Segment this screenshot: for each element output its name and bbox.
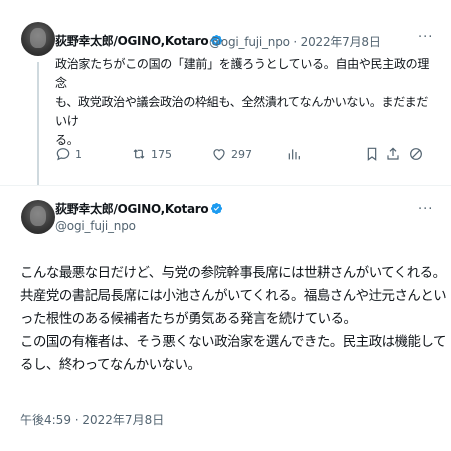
views-button[interactable] (286, 144, 306, 164)
author-name[interactable]: 荻野幸太郎/OGINO,Kotaro (55, 32, 223, 49)
block-button[interactable] (408, 144, 428, 164)
handle[interactable]: @ogi_fuji_npo (55, 219, 136, 233)
more-options-button[interactable]: ··· (418, 202, 433, 217)
like-count: 297 (231, 147, 252, 161)
focused-tweet-text: こんな最悪な日だけど、与党の参院幹事長席には世耕さんがいてくれる。 共産党の書記… (20, 262, 447, 377)
tweet-meta: @ogi_fuji_npo · 2022年7月8日 (209, 33, 381, 50)
author-name-text: 荻野幸太郎/OGINO,Kotaro (55, 202, 209, 216)
tweet-text-line: この国の有権者は、そう悪くない政治家を選んできた。民主政は機能して (20, 335, 446, 350)
action-bar: 1 175 297 (55, 144, 437, 164)
author-name-text: 荻野幸太郎/OGINO,Kotaro (55, 34, 209, 48)
thread-line (37, 62, 39, 185)
meta-separator: · (293, 35, 298, 49)
tweet-date[interactable]: 2022年7月8日 (301, 35, 381, 49)
tweet-timestamp[interactable]: 午後4:59 · 2022年7月8日 (20, 411, 164, 428)
share-button[interactable] (385, 144, 405, 164)
reply-button[interactable]: 1 (55, 144, 82, 164)
like-button[interactable]: 297 (211, 144, 252, 164)
retweet-icon (133, 149, 145, 159)
author-name[interactable]: 荻野幸太郎/OGINO,Kotaro (55, 200, 223, 217)
tweet-text-line: るし、終わってなんかいない。 (20, 358, 201, 373)
bookmark-button[interactable] (364, 144, 384, 164)
bookmark-icon (367, 147, 377, 161)
tweet-text-line: 共産党の書記局長席には小池さんがいてくれる。福島さんや辻元さんとい (20, 289, 447, 304)
views-icon (288, 149, 300, 160)
reply-count: 1 (75, 147, 82, 161)
handle[interactable]: @ogi_fuji_npo (209, 35, 290, 49)
avatar[interactable] (21, 200, 55, 234)
retweet-count: 175 (151, 147, 172, 161)
tweet-text-line: った根性のある候補者たちが勇気ある発言を続けている。 (20, 312, 357, 327)
reply-icon (56, 148, 70, 161)
tweet-text-line: も、政党政治や議会政治の枠組も、全然潰れてなんかいない。まだまだいけ (55, 95, 429, 128)
share-icon (387, 147, 399, 160)
more-options-button[interactable]: ··· (418, 30, 433, 45)
retweet-button[interactable]: 175 (131, 144, 172, 164)
verified-badge-icon (211, 202, 223, 215)
tweet-text-line: こんな最悪な日だけど、与党の参院幹事長席には世耕さんがいてくれる。 (20, 266, 446, 281)
tweet-text: 政治家たちがこの国の「建前」を護ろうとしている。自由や民主政の理念 も、政党政治… (55, 55, 437, 150)
like-icon (213, 149, 225, 161)
tweet-text-line: 政治家たちがこの国の「建前」を護ろうとしている。自由や民主政の理念 (55, 57, 430, 90)
avatar[interactable] (21, 22, 55, 56)
parent-tweet[interactable]: 荻野幸太郎/OGINO,Kotaro @ogi_fuji_npo · 2022年… (0, 0, 451, 185)
block-icon (410, 148, 422, 160)
